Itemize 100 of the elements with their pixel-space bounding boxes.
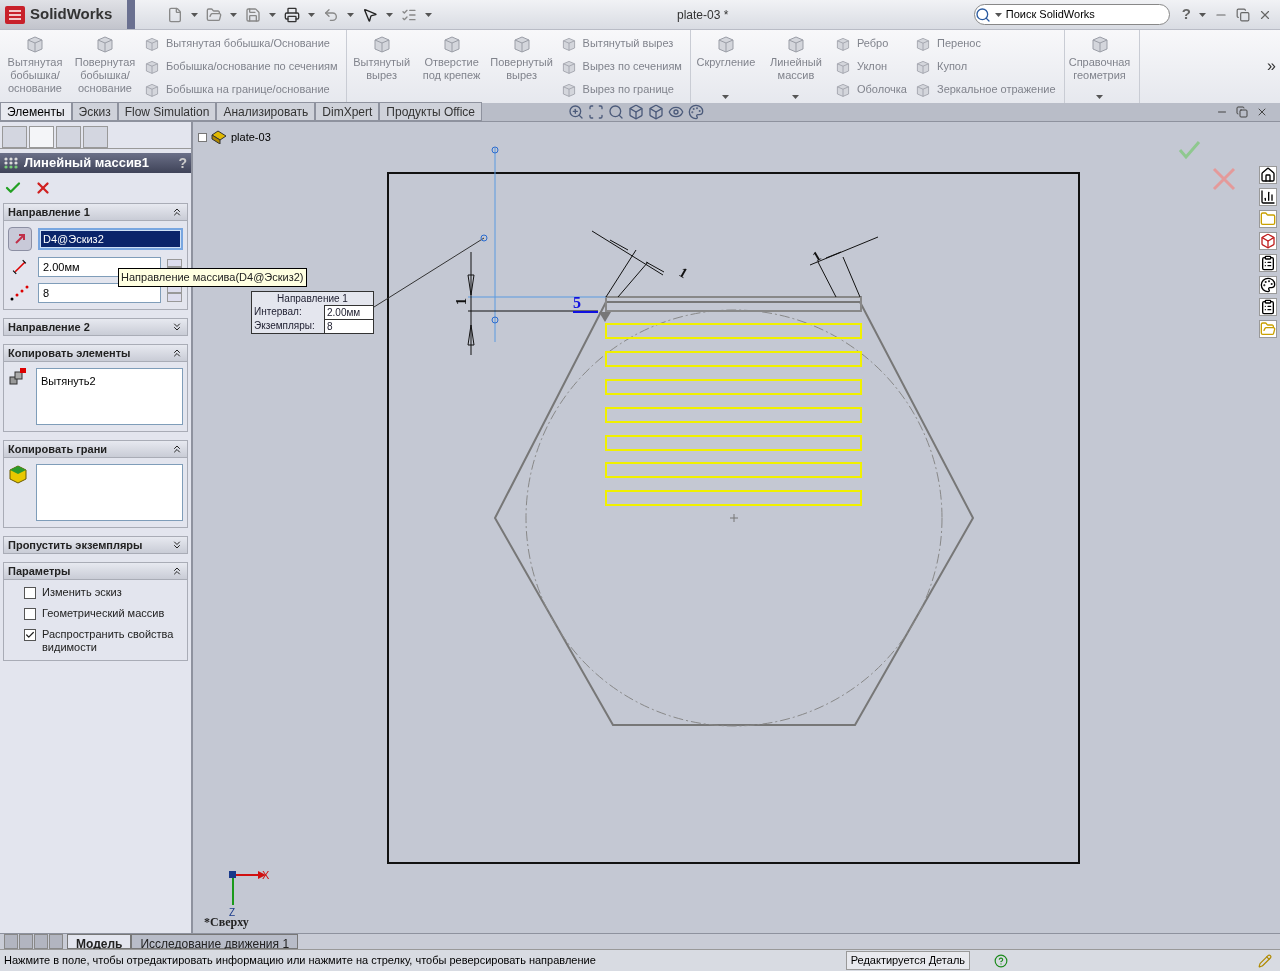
- zoom-area-icon[interactable]: [588, 104, 605, 120]
- dimension-value[interactable]: 1: [454, 298, 469, 305]
- new-file-icon[interactable]: [167, 6, 183, 23]
- cube-icon: [785, 34, 806, 54]
- cube-icon: [8, 464, 28, 484]
- caret-icon[interactable]: [1199, 12, 1206, 17]
- clipboard-icon[interactable]: [1258, 298, 1277, 316]
- faces-list[interactable]: [36, 464, 183, 521]
- tab[interactable]: Эскиз: [71, 102, 118, 121]
- restore-icon[interactable]: [1236, 7, 1250, 22]
- chart-icon[interactable]: [1258, 188, 1277, 206]
- dimension-value[interactable]: 1: [676, 264, 691, 282]
- cube-icon[interactable]: [628, 104, 645, 120]
- section-header[interactable]: Копировать грани: [3, 440, 188, 458]
- tab[interactable]: Flow Simulation: [117, 102, 217, 121]
- caret-icon[interactable]: [269, 12, 276, 17]
- list-item[interactable]: Вытянуть2: [41, 373, 178, 390]
- cube-icon[interactable]: [1258, 232, 1277, 250]
- section-header[interactable]: Направление 1: [3, 203, 188, 221]
- caret-icon[interactable]: [425, 12, 432, 17]
- tab[interactable]: Анализировать: [216, 102, 316, 121]
- pencil-icon[interactable]: [1258, 953, 1272, 968]
- save-icon[interactable]: [245, 6, 261, 23]
- more-button[interactable]: »: [1267, 54, 1276, 103]
- window-title: plate-03 *: [677, 6, 729, 24]
- close-icon[interactable]: [1256, 106, 1268, 118]
- logo-area[interactable]: SolidWorks: [0, 0, 135, 29]
- help-button[interactable]: ?: [1181, 3, 1191, 26]
- callout-value[interactable]: 2.00мм: [324, 305, 373, 319]
- dimension-value[interactable]: 1: [810, 248, 824, 265]
- cube-icon: [144, 35, 160, 52]
- collapse-icon: [171, 565, 183, 577]
- cube-icon: [834, 58, 851, 75]
- caret-icon[interactable]: [386, 12, 393, 17]
- section-header[interactable]: Копировать элементы: [3, 344, 188, 362]
- folder-icon[interactable]: [206, 6, 222, 23]
- handle-icon[interactable]: [480, 234, 488, 242]
- zoom-icon[interactable]: [568, 104, 585, 120]
- checkbox[interactable]: [24, 629, 36, 641]
- features-list[interactable]: Вытянуть2: [36, 368, 183, 425]
- direction-field[interactable]: D4@Эскиз2: [38, 228, 183, 250]
- logo-icon: [4, 4, 26, 25]
- caret-icon[interactable]: [347, 12, 354, 17]
- dimension-underline: [572, 311, 599, 313]
- home-icon[interactable]: [1258, 166, 1277, 184]
- tooltip: Направление массива(D4@Эскиз2): [118, 268, 307, 287]
- search-field[interactable]: Поиск SolidWorks: [973, 4, 1170, 25]
- collapse-icon: [171, 347, 183, 359]
- cube-icon: [560, 81, 577, 98]
- cube-icon: [441, 34, 462, 54]
- section-header[interactable]: Пропустить экземпляры: [3, 536, 188, 554]
- instances-field[interactable]: 8: [38, 283, 161, 303]
- cube-icon: [915, 81, 931, 98]
- expand-icon: [171, 321, 183, 333]
- cube-icon: [511, 34, 532, 54]
- eye-icon[interactable]: [668, 104, 685, 120]
- palette-icon[interactable]: [1258, 276, 1277, 294]
- view-label: *Сверху: [204, 915, 249, 931]
- caret-icon[interactable]: [994, 12, 1002, 17]
- expand-icon[interactable]: [198, 132, 207, 142]
- caret-icon[interactable]: [308, 12, 315, 17]
- cube-icon[interactable]: [648, 104, 665, 120]
- cube-icon: [834, 35, 851, 52]
- collapse-icon: [171, 206, 183, 218]
- cursor-icon[interactable]: [362, 6, 378, 23]
- tab[interactable]: DimXpert: [315, 102, 380, 121]
- list-icon[interactable]: [1258, 254, 1277, 272]
- handle-icon[interactable]: [491, 316, 499, 324]
- handle-icon[interactable]: [491, 146, 499, 154]
- cube-icon: [25, 34, 45, 54]
- printer-icon[interactable]: [284, 6, 300, 23]
- tree-item[interactable]: plate-03: [231, 129, 271, 146]
- cube-icon: [915, 35, 931, 52]
- tab[interactable]: Продукты Office: [379, 102, 483, 121]
- cube-icon: [95, 34, 115, 54]
- checkbox[interactable]: [24, 587, 36, 599]
- tab[interactable]: Элементы: [0, 102, 72, 121]
- dimension-value[interactable]: 5: [573, 294, 581, 311]
- cube-icon: [144, 58, 160, 75]
- center-mark-icon: [729, 513, 739, 523]
- status-message: Нажмите в поле, чтобы отредактировать информацию или нажмите на стрелку, чтобы реверсировать направление: [3, 953, 596, 969]
- section-header[interactable]: Направление 2: [3, 318, 188, 336]
- dimension-arrows: [809, 236, 879, 298]
- undo-icon[interactable]: [323, 6, 339, 23]
- checkbox-label: Геометрический массив: [42, 607, 165, 620]
- axis-label: X: [262, 869, 270, 881]
- section-header[interactable]: Параметры: [3, 562, 188, 580]
- cancel-icon[interactable]: [34, 179, 52, 197]
- tab[interactable]: Модель: [67, 934, 132, 949]
- cube-icon: [560, 58, 577, 75]
- restore-icon[interactable]: [1236, 106, 1248, 118]
- caret-icon[interactable]: [191, 12, 198, 17]
- help-button[interactable]: ?: [178, 152, 187, 174]
- callout-value[interactable]: 8: [324, 319, 373, 333]
- search-icon[interactable]: [608, 104, 625, 120]
- checkbox[interactable]: [24, 608, 36, 620]
- caret-icon[interactable]: [230, 12, 237, 17]
- reverse-direction-button[interactable]: [8, 227, 32, 251]
- tab[interactable]: Исследование движения 1: [131, 934, 299, 949]
- help-icon[interactable]: [994, 953, 1009, 968]
